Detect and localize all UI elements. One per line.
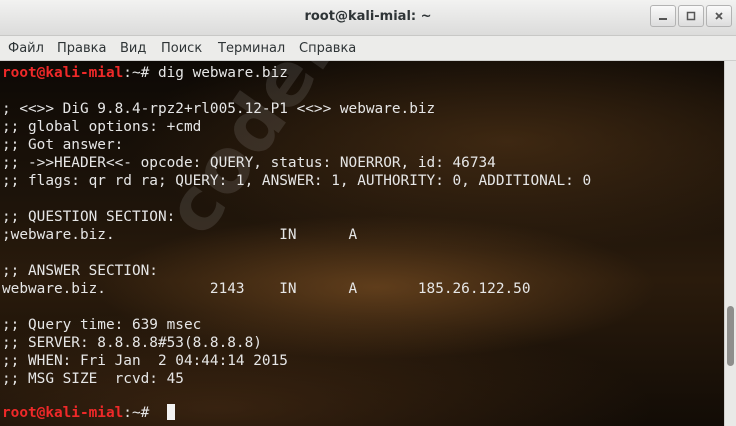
menu-help[interactable]: Справка bbox=[299, 41, 356, 56]
close-icon bbox=[715, 12, 723, 20]
title-bar[interactable]: root@kali-mial: ~ bbox=[0, 0, 736, 36]
maximize-icon bbox=[686, 11, 696, 21]
output-line: ;; QUESTION SECTION: bbox=[2, 209, 176, 225]
menu-file[interactable]: Файл bbox=[8, 41, 44, 56]
menu-view[interactable]: Вид bbox=[120, 41, 146, 56]
output-line: ;; flags: qr rd ra; QUERY: 1, ANSWER: 1,… bbox=[2, 173, 592, 189]
text-cursor bbox=[166, 404, 175, 420]
minimize-icon bbox=[659, 18, 667, 20]
command-text: dig webware.biz bbox=[157, 65, 288, 81]
menu-bar: Файл Правка Вид Поиск Терминал Справка bbox=[0, 36, 736, 61]
close-button[interactable] bbox=[706, 5, 732, 27]
prompt-line: root@kali-mial:~# bbox=[2, 404, 175, 422]
output-line: ;; global options: +cmd bbox=[2, 119, 202, 135]
prompt-user: root@kali-mial bbox=[2, 405, 124, 421]
maximize-button[interactable] bbox=[678, 5, 704, 27]
output-line: ;; Query time: 639 msec bbox=[2, 317, 202, 333]
terminal-window: root@kali-mial: ~ Файл Правка Вид Поиск … bbox=[0, 0, 736, 426]
menu-edit[interactable]: Правка bbox=[57, 41, 106, 56]
minimize-button[interactable] bbox=[650, 5, 676, 27]
output-line: ;; WHEN: Fri Jan 2 04:44:14 2015 bbox=[2, 353, 288, 369]
output-line: ;; SERVER: 8.8.8.8#53(8.8.8.8) bbox=[2, 335, 262, 351]
menu-terminal[interactable]: Терминал bbox=[218, 41, 285, 56]
prompt-line: root@kali-mial:~# dig webware.biz bbox=[2, 64, 288, 82]
output-line: webware.biz. 2143 IN A 185.26.122.50 bbox=[2, 281, 531, 297]
window-title: root@kali-mial: ~ bbox=[304, 9, 432, 24]
scrollbar[interactable] bbox=[724, 61, 736, 426]
prompt-separator: :~# bbox=[123, 65, 158, 81]
output-line: ; <<>> DiG 9.8.4-rpz2+rl005.12-P1 <<>> w… bbox=[2, 101, 436, 117]
output-line: ;; ANSWER SECTION: bbox=[2, 263, 158, 279]
prompt-separator: :~# bbox=[123, 405, 158, 421]
output-line: ;; Got answer: bbox=[2, 137, 124, 153]
output-line: ;webware.biz. IN A bbox=[2, 227, 358, 243]
output-line: ;; MSG SIZE rcvd: 45 bbox=[2, 371, 184, 387]
scrollbar-thumb[interactable] bbox=[727, 306, 734, 366]
output-line: ;; ->>HEADER<<- opcode: QUERY, status: N… bbox=[2, 155, 496, 171]
terminal-area[interactable]: codeby.net root@kali-mial:~# dig webware… bbox=[0, 61, 724, 426]
menu-search[interactable]: Поиск bbox=[161, 41, 202, 56]
prompt-user: root@kali-mial bbox=[2, 65, 124, 81]
window-controls bbox=[650, 5, 732, 27]
